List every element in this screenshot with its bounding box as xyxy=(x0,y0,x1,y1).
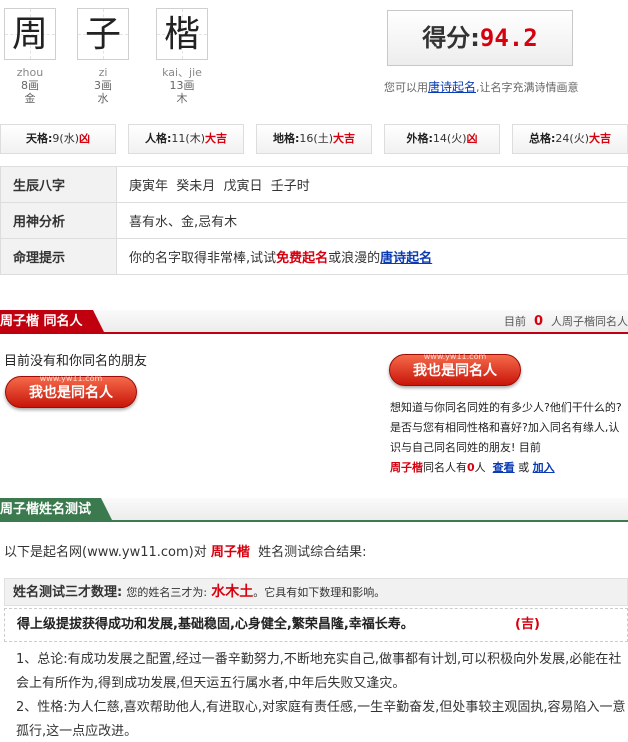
same-name-button-right[interactable]: www.yw11.com 我也是同名人 xyxy=(389,352,521,386)
stroke-count: 8画 xyxy=(21,79,39,92)
five-ge-row: 天格:9(水)凶 人格:11(木)大吉 地格:16(土)大吉 外格:14(火)凶… xyxy=(0,124,628,154)
score-value: 94.2 xyxy=(479,24,538,52)
bazi-info-table: 生辰八字 庚寅年 癸未月 戊寅日 壬子时 用神分析 喜有水、金,忌有木 命理提示… xyxy=(0,166,628,275)
yongshen-value: 喜有水、金,忌有木 xyxy=(116,202,628,239)
stroke-count: 3画 xyxy=(94,79,112,92)
same-name-description: 想知道与你同名同姓的有多少人?他们干什么的?是否与您有相同性格和喜好?加入同名有… xyxy=(390,401,622,474)
section-title: 周子楷 同名人 xyxy=(0,310,105,334)
sancai-detail: 1、总论:有成功发展之配置,经过一番辛勤努力,不断地充实自己,做事都有计划,可以… xyxy=(4,648,628,742)
sancai-verdict: 得上级提拔获得成功和发展,基础稳固,心身健全,繁荣昌隆,幸福长寿。 (吉) xyxy=(4,608,628,642)
join-link[interactable]: 加入 xyxy=(533,461,555,474)
renge: 人格:11(木)大吉 xyxy=(128,124,244,154)
name-characters: 周 zhou 8画 金 子 zi 3画 水 楷 kai、jie 13画 木 xyxy=(0,8,370,118)
table-row: 用神分析 喜有水、金,忌有木 xyxy=(0,202,628,239)
section-title: 周子楷姓名测试 xyxy=(0,498,114,522)
stroke-count: 13画 xyxy=(169,79,195,92)
char-zhou: 周 zhou 8画 金 xyxy=(0,8,60,105)
char-zi: 子 zi 3画 水 xyxy=(73,8,133,105)
result-intro: 以下是起名网(www.yw11.com)对 周子楷 姓名测试综合结果: xyxy=(4,545,367,560)
waige: 外格:14(火)凶 xyxy=(384,124,500,154)
score-label: 得分: xyxy=(422,24,480,52)
pinyin: zhou xyxy=(16,66,44,79)
tangshi-naming-link[interactable]: 唐诗起名 xyxy=(428,80,476,94)
score-tip: 您可以用唐诗起名,让名字充满诗情画意 xyxy=(384,80,579,94)
char-kai: 楷 kai、jie 13画 木 xyxy=(152,8,212,105)
tiange: 天格:9(水)凶 xyxy=(0,124,116,154)
tip-value: 你的名字取得非常棒,试试免费起名或浪漫的唐诗起名 xyxy=(116,238,628,275)
char-box: 周 xyxy=(4,8,56,60)
tangshi-naming-link[interactable]: 唐诗起名 xyxy=(380,251,432,266)
bazi-value: 庚寅年 癸未月 戊寅日 壬子时 xyxy=(116,166,628,203)
zongge: 总格:24(火)大吉 xyxy=(512,124,628,154)
char-box: 子 xyxy=(77,8,129,60)
same-name-count: 目前 0 人周子楷同名人 xyxy=(503,314,628,329)
table-row: 命理提示 你的名字取得非常棒,试试免费起名或浪漫的唐诗起名 xyxy=(0,238,628,275)
char-box: 楷 xyxy=(156,8,208,60)
pinyin: zi xyxy=(98,66,108,79)
five-element: 水 xyxy=(97,92,109,105)
five-element: 木 xyxy=(176,92,188,105)
no-same-name-text: 目前没有和你同名的朋友 xyxy=(4,354,148,369)
score-box: 得分:94.2 xyxy=(387,10,573,66)
sancai-row: 姓名测试三才数理: 您的姓名三才为: 水木土。它具有如下数理和影响。 xyxy=(4,578,628,606)
dige: 地格:16(土)大吉 xyxy=(256,124,372,154)
same-name-button[interactable]: www.yw11.com 我也是同名人 xyxy=(5,374,137,408)
five-element: 金 xyxy=(24,92,36,105)
view-link[interactable]: 查看 xyxy=(493,461,515,474)
bazi-label: 生辰八字 xyxy=(0,166,117,203)
table-row: 生辰八字 庚寅年 癸未月 戊寅日 壬子时 xyxy=(0,166,628,203)
name-test-header: 周子楷姓名测试 xyxy=(0,498,628,522)
free-naming-link[interactable]: 免费起名 xyxy=(276,251,328,266)
same-name-header: 周子楷 同名人 目前 0 人周子楷同名人 xyxy=(0,310,628,334)
detail-general: 1、总论:有成功发展之配置,经过一番辛勤努力,不断地充实自己,做事都有计划,可以… xyxy=(16,652,622,691)
pinyin: kai、jie xyxy=(162,66,202,79)
tip-label: 命理提示 xyxy=(0,238,117,275)
yongshen-label: 用神分析 xyxy=(0,202,117,239)
detail-personality: 2、性格:为人仁慈,喜欢帮助他人,有进取心,对家庭有责任感,一生辛勤奋发,但处事… xyxy=(16,700,626,739)
verdict-result: (吉) xyxy=(515,617,540,632)
